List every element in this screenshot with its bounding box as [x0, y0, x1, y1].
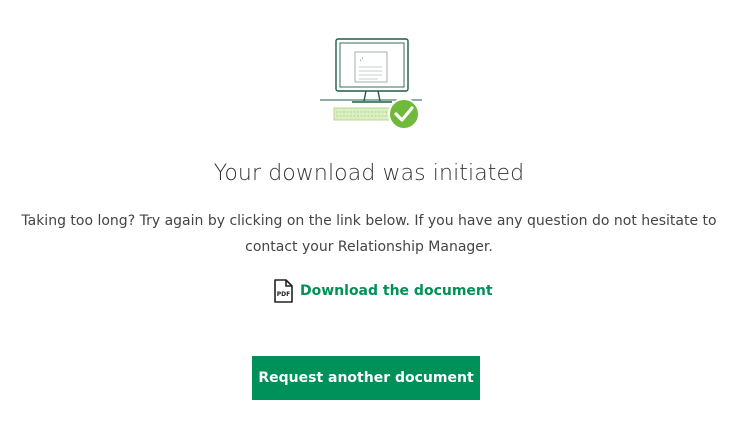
download-confirmation-page: Your download was initiated Taking too l…: [0, 0, 738, 426]
computer-download-illustration: [320, 38, 422, 130]
request-another-document-button[interactable]: Request another document: [252, 356, 480, 400]
download-help-message: Taking too long? Try again by clicking o…: [21, 213, 717, 255]
download-status-title: Your download was initiated: [213, 161, 525, 186]
download-document-link[interactable]: PDF Download the document: [272, 279, 493, 303]
svg-text:PDF: PDF: [277, 291, 290, 298]
pdf-file-icon: PDF: [274, 279, 293, 303]
download-link-label: Download the document: [300, 283, 493, 299]
